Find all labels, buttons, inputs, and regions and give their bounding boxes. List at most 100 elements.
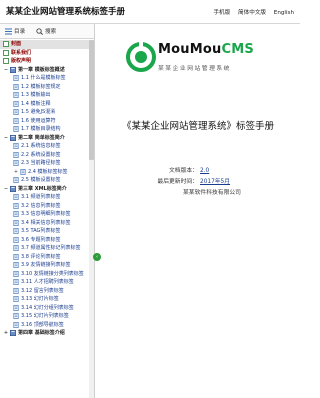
toc-item[interactable]: 2.3 当前路径标签 xyxy=(0,159,94,168)
page-icon xyxy=(3,49,9,56)
toc-label: 2.3 当前路径标签 xyxy=(21,160,61,166)
toc-label: 1.4 模板注释 xyxy=(21,100,51,107)
toc-item[interactable]: 3.12 留言列表标签 xyxy=(0,287,94,296)
toc-top-item[interactable]: 封面 xyxy=(0,40,94,49)
toc-item[interactable]: 1.1 什么是模板标签 xyxy=(0,74,94,83)
toc-item[interactable]: 2.5 模板设置标签 xyxy=(0,176,94,185)
toc-item[interactable]: 2.2 系统设置标签 xyxy=(0,151,94,160)
toc-item[interactable]: 3.10 友情链接分类列表标签 xyxy=(0,270,94,279)
updated-value[interactable]: 2017年5月 xyxy=(200,177,230,188)
toc-label: 3.11 人才招聘列表标签 xyxy=(21,279,74,285)
document-title: 《某某企业网站管理系统》标签手册 xyxy=(121,121,274,132)
logo-mark-icon xyxy=(126,42,156,72)
toc-label: 3.13 幻灯片标签 xyxy=(21,296,59,302)
toc-item[interactable]: 3.7 频道属性标记列表标签 xyxy=(0,244,94,253)
logo-subtitle: 某某企业网站管理系统 xyxy=(158,66,231,72)
document-icon xyxy=(13,100,19,107)
toc-item[interactable]: 3.2 信息列表标签 xyxy=(0,202,94,211)
version-label: 文档版本： xyxy=(169,168,198,174)
toc-item[interactable]: 1.5 避免JS混淆 xyxy=(0,108,94,117)
toc-item[interactable]: 3.8 评论列表标签 xyxy=(0,253,94,262)
toc-chapter[interactable]: − 第一章 模板标签概述 xyxy=(0,66,94,75)
collapse-icon[interactable]: − xyxy=(3,66,9,75)
manual-title: 某某企业网站管理系统标签手册 xyxy=(6,7,126,17)
document-icon xyxy=(13,117,19,124)
document-icon xyxy=(13,313,19,320)
toc-chapter[interactable]: − 第二章 简单标签简介 xyxy=(0,134,94,143)
toc-label: 第一章 模板标签概述 xyxy=(18,66,65,73)
toc-label: 3.7 频道属性标记列表标签 xyxy=(21,245,81,251)
sidebar-tabs: 目录 搜索 xyxy=(0,24,94,39)
toc-label: 1.3 模板输出 xyxy=(21,92,51,98)
toc-item[interactable]: 3.16 顶部导航标签 xyxy=(0,321,94,330)
document-icon xyxy=(13,304,19,311)
sidebar: 目录 搜索 封面 联系我们 版权声明 − 第一章 模板标签概述 1.1 什么是模板标签 1.… xyxy=(0,24,95,398)
toc-chapter[interactable]: + 第四章 基础标签介绍 xyxy=(0,329,94,338)
book-icon xyxy=(10,134,17,141)
tab-toc[interactable]: 目录 xyxy=(5,27,25,35)
toc-chapter[interactable]: − 第三章 XML标签简介 xyxy=(0,185,94,194)
expand-icon[interactable]: + xyxy=(3,329,9,338)
document-icon xyxy=(20,168,26,175)
list-icon xyxy=(5,28,12,35)
toc-item[interactable]: 3.11 人才招聘列表标签 xyxy=(0,278,94,287)
collapse-icon[interactable]: − xyxy=(3,185,9,194)
collapse-icon[interactable]: − xyxy=(3,134,9,143)
document-icon xyxy=(13,236,19,243)
toc-item[interactable]: 1.7 模板目录结构 xyxy=(0,125,94,134)
document-icon xyxy=(13,219,19,226)
company-name: 某某软件科技有限公司 xyxy=(183,190,241,196)
document-icon xyxy=(13,177,19,184)
toc-label: 3.9 友情链接列表标签 xyxy=(21,262,71,268)
book-icon xyxy=(10,330,17,337)
toc-label: 3.14 幻灯分组列表标签 xyxy=(21,304,74,311)
toc-label: 1.7 模板目录结构 xyxy=(21,126,61,132)
toc-label: 第二章 简单标签简介 xyxy=(18,134,65,141)
toc-item[interactable]: 3.5 TAG列表标签 xyxy=(0,227,94,236)
simplified-chinese-link[interactable]: 简体中文版 xyxy=(238,10,266,16)
version-value[interactable]: 2.0 xyxy=(200,166,209,177)
toc-item[interactable]: 1.4 模板注释 xyxy=(0,100,94,109)
toc-item[interactable]: 3.3 信息明细列表标签 xyxy=(0,210,94,219)
main-content: MouMouCMS 某某企业网站管理系统 《某某企业网站管理系统》标签手册 文档… xyxy=(96,24,300,398)
toc-item[interactable]: 2.1 系统信息标签 xyxy=(0,142,94,151)
toc-item[interactable]: 3.15 幻灯片列表标签 xyxy=(0,312,94,321)
logo-word-prefix: MouMou xyxy=(158,42,222,57)
toc-item[interactable]: 1.2 模板标签规定 xyxy=(0,83,94,92)
mobile-version-link[interactable]: 手机版 xyxy=(213,10,230,16)
toc-item[interactable]: 3.14 幻灯分组列表标签 xyxy=(0,304,94,313)
toc-item[interactable]: 3.9 友情链接列表标签 xyxy=(0,261,94,270)
toc-label: 3.10 友情链接分类列表标签 xyxy=(21,270,84,277)
document-meta: 文档版本： 2.0 最后更新时间： 2017年5月 某某软件科技有限公司 xyxy=(96,166,300,199)
toc-item[interactable]: +2.4 模板标签标签 xyxy=(0,168,94,177)
english-link[interactable]: English xyxy=(274,10,294,16)
expand-icon[interactable]: + xyxy=(13,168,19,177)
toc-label: 3.8 评论列表标签 xyxy=(21,253,61,260)
document-icon xyxy=(13,83,19,90)
tab-search[interactable]: 搜索 xyxy=(36,27,56,35)
brand-logo: MouMouCMS 某某企业网站管理系统 xyxy=(126,40,286,80)
document-icon xyxy=(13,75,19,82)
toc-item[interactable]: 1.3 模板输出 xyxy=(0,91,94,100)
document-icon xyxy=(13,253,19,260)
toc-label: 3.5 TAG列表标签 xyxy=(21,228,61,234)
toc-top-item[interactable]: 版权声明 xyxy=(0,57,94,66)
document-icon xyxy=(13,151,19,158)
sidebar-scrollbar-thumb[interactable] xyxy=(89,40,94,160)
document-icon xyxy=(13,321,19,328)
toc-item[interactable]: 3.1 频道列表标签 xyxy=(0,193,94,202)
toc-item[interactable]: 1.6 使用运算符 xyxy=(0,117,94,126)
toc-item[interactable]: 3.6 专题列表标签 xyxy=(0,236,94,245)
toc-item[interactable]: 3.13 幻灯片标签 xyxy=(0,295,94,304)
version-row: 文档版本： 2.0 xyxy=(96,166,300,177)
toc-label: 3.4 相关信息列表标签 xyxy=(21,219,71,226)
toc-label: 第三章 XML标签简介 xyxy=(18,185,67,192)
toc-label: 版权声明 xyxy=(11,58,32,64)
document-icon xyxy=(13,92,19,99)
updated-label: 最后更新时间： xyxy=(157,179,198,185)
book-icon xyxy=(10,66,17,73)
toc-item[interactable]: 3.4 相关信息列表标签 xyxy=(0,219,94,228)
toc-label: 3.16 顶部导航标签 xyxy=(21,321,64,328)
toc-top-item[interactable]: 联系我们 xyxy=(0,49,94,58)
toc-label: 1.6 使用运算符 xyxy=(21,117,56,124)
